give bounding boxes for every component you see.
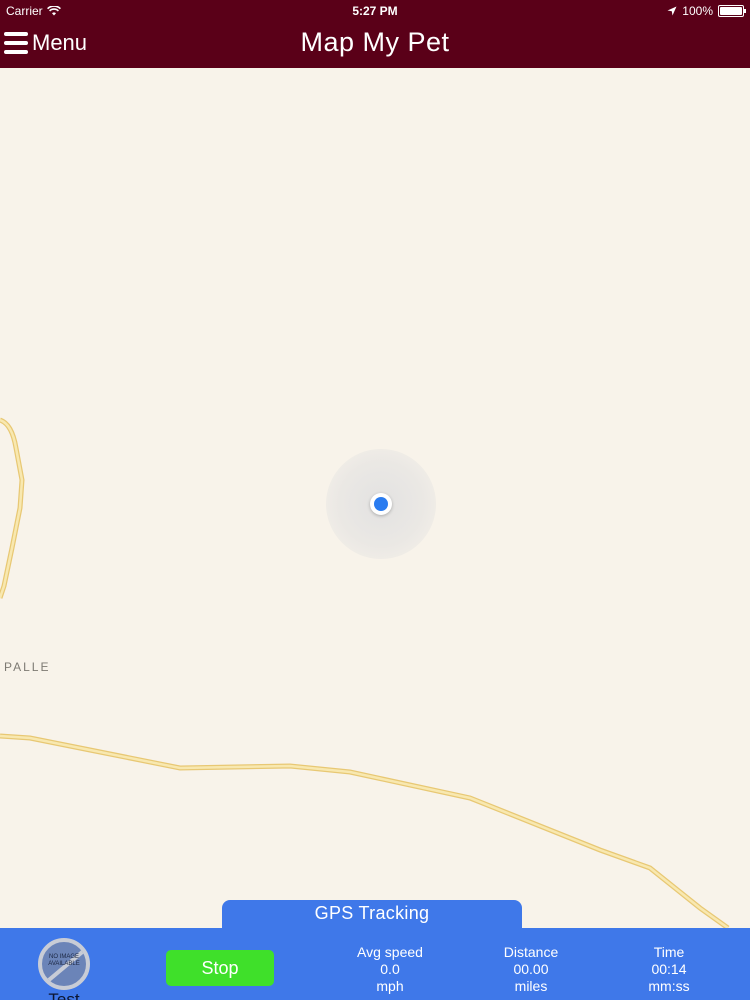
- pet-name-label: Test: [48, 990, 80, 1000]
- avg-speed-unit: mph: [376, 978, 404, 994]
- current-location-dot[interactable]: [370, 493, 392, 515]
- gps-tracking-tab[interactable]: GPS Tracking: [222, 900, 522, 930]
- clock: 5:27 PM: [352, 4, 398, 18]
- battery-icon: [718, 5, 746, 17]
- pet-test-button[interactable]: NO IMAGE AVAILABLE Test: [36, 938, 92, 1000]
- time-value: 00:14: [651, 961, 687, 977]
- avg-speed-label: Avg speed: [357, 944, 423, 960]
- status-right: 100%: [667, 4, 746, 18]
- no-image-text: NO IMAGE AVAILABLE: [48, 954, 80, 967]
- tracking-panel: NO IMAGE AVAILABLE Test Stop Avg speed 0…: [0, 928, 750, 1000]
- distance-label: Distance: [503, 944, 559, 960]
- page-title: Map My Pet: [300, 27, 450, 57]
- distance-value: 00.00: [513, 961, 549, 977]
- location-arrow-icon: [667, 6, 677, 16]
- time-unit: mm:ss: [648, 978, 690, 994]
- battery-percent: 100%: [682, 4, 713, 18]
- avg-speed-stat: Avg speed 0.0 mph: [335, 944, 445, 995]
- place-label: PALLE: [4, 660, 51, 674]
- avg-speed-value: 0.0: [380, 961, 400, 977]
- distance-unit: miles: [514, 978, 548, 994]
- time-stat: Time 00:14 mm:ss: [614, 944, 724, 995]
- map-view[interactable]: PALLE: [0, 68, 750, 928]
- time-label: Time: [653, 944, 685, 960]
- nav-bar: Menu Map My Pet: [0, 22, 750, 68]
- status-bar: Carrier 5:27 PM 100%: [0, 0, 750, 22]
- distance-stat: Distance 00.00 miles: [476, 944, 586, 995]
- stop-button[interactable]: Stop: [166, 950, 274, 986]
- pet-avatar[interactable]: NO IMAGE AVAILABLE: [38, 938, 90, 990]
